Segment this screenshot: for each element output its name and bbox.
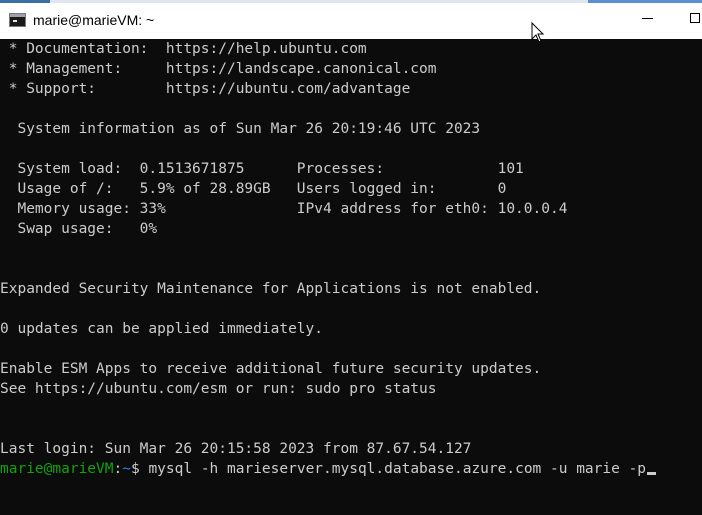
window-title: marie@marieVM: ~	[33, 12, 155, 28]
terminal-line: Memory usage: 33% IPv4 address for eth0:…	[0, 201, 568, 217]
prompt-symbol: $	[130, 461, 149, 477]
terminal-app-icon[interactable]	[9, 13, 26, 27]
terminal-line: System information as of Sun Mar 26 20:1…	[0, 121, 481, 137]
prompt-user-host: marie@marieVM	[0, 461, 114, 477]
terminal-line: * Documentation: https://help.ubuntu.com	[0, 41, 367, 57]
command-input[interactable]: mysql -h marieserver.mysql.database.azur…	[148, 461, 646, 477]
terminal-line: See https://ubuntu.com/esm or run: sudo …	[0, 381, 437, 397]
terminal-output[interactable]: * Documentation: https://help.ubuntu.com…	[0, 39, 702, 515]
text-cursor	[647, 472, 657, 475]
minimize-button[interactable]	[625, 3, 671, 35]
maximize-button[interactable]	[680, 3, 702, 35]
terminal-line: * Management: https://landscape.canonica…	[0, 61, 437, 77]
terminal-line: 0 updates can be applied immediately.	[0, 321, 324, 337]
terminal-line: Enable ESM Apps to receive additional fu…	[0, 361, 542, 377]
prompt-path: ~	[122, 461, 131, 477]
terminal-line: Last login: Sun Mar 26 20:15:58 2023 fro…	[0, 441, 472, 457]
terminal-line: Swap usage: 0%	[0, 221, 158, 237]
terminal-line: System load: 0.1513671875 Processes: 101	[0, 161, 524, 177]
title-bar[interactable]: marie@marieVM: ~	[0, 3, 702, 39]
terminal-line: Expanded Security Maintenance for Applic…	[0, 281, 542, 297]
prompt-line[interactable]: marie@marieVM:~$ mysql -h marieserver.my…	[0, 459, 657, 479]
terminal-window: marie@marieVM: ~ * Documentation: https:…	[0, 0, 702, 515]
terminal-line: * Support: https://ubuntu.com/advantage	[0, 81, 411, 97]
maximize-icon	[690, 13, 700, 23]
terminal-line: Usage of /: 5.9% of 28.89GB Users logged…	[0, 181, 507, 197]
prompt-separator: :	[113, 461, 123, 477]
minimize-icon	[642, 18, 653, 19]
